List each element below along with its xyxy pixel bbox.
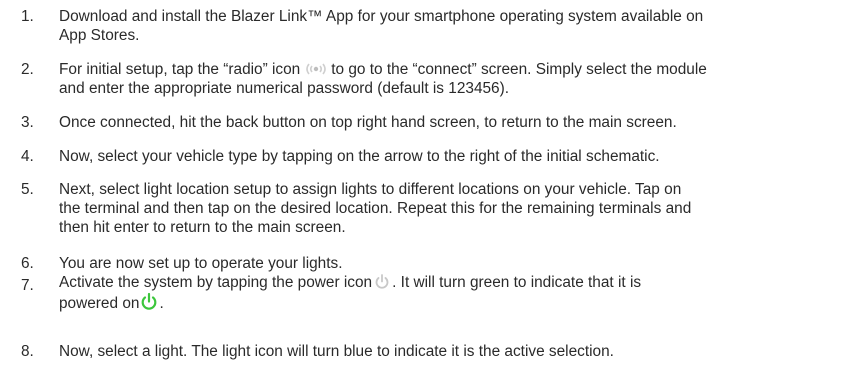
step-text-line: Next, select light location setup to ass…	[59, 181, 682, 198]
step-number: 4.	[21, 148, 34, 165]
step-text-line: Now, select a light. The light icon will…	[59, 343, 614, 360]
step-text: to go to the “connect” screen. Simply se…	[331, 61, 707, 78]
step-text: Activate the system by tapping the power…	[59, 274, 373, 291]
step-text-line: and enter the appropriate numerical pass…	[59, 80, 510, 97]
step-text: . It will turn green to indicate that it…	[392, 274, 642, 291]
step-text: powered on	[59, 295, 140, 312]
step-number: 5.	[21, 181, 34, 198]
step-text-line: Once connected, hit the back button on t…	[59, 114, 677, 131]
step-text-line: You are now set up to operate your light…	[59, 255, 343, 272]
step-number: 2.	[21, 61, 34, 78]
power-icon	[374, 273, 390, 290]
step-text-line: Now, select your vehicle type by tapping…	[59, 148, 660, 165]
step-text-line: then hit enter to return to the main scr…	[59, 219, 346, 236]
step-number: 1.	[21, 8, 34, 25]
step-number: 7.	[21, 277, 34, 294]
step-number: 3.	[21, 114, 34, 131]
radio-icon	[303, 61, 329, 77]
step-text: For initial setup, tap the “radio” icon	[59, 61, 301, 78]
step-number: 6.	[21, 255, 34, 272]
step-text: .	[159, 295, 164, 312]
power-icon-green	[140, 292, 158, 311]
step-number: 8.	[21, 343, 34, 360]
step-text-line: App Stores.	[59, 27, 140, 44]
step-text-line: Download and install the Blazer Link™ Ap…	[59, 8, 704, 25]
step-text-line: the terminal and then tap on the desired…	[59, 200, 692, 217]
